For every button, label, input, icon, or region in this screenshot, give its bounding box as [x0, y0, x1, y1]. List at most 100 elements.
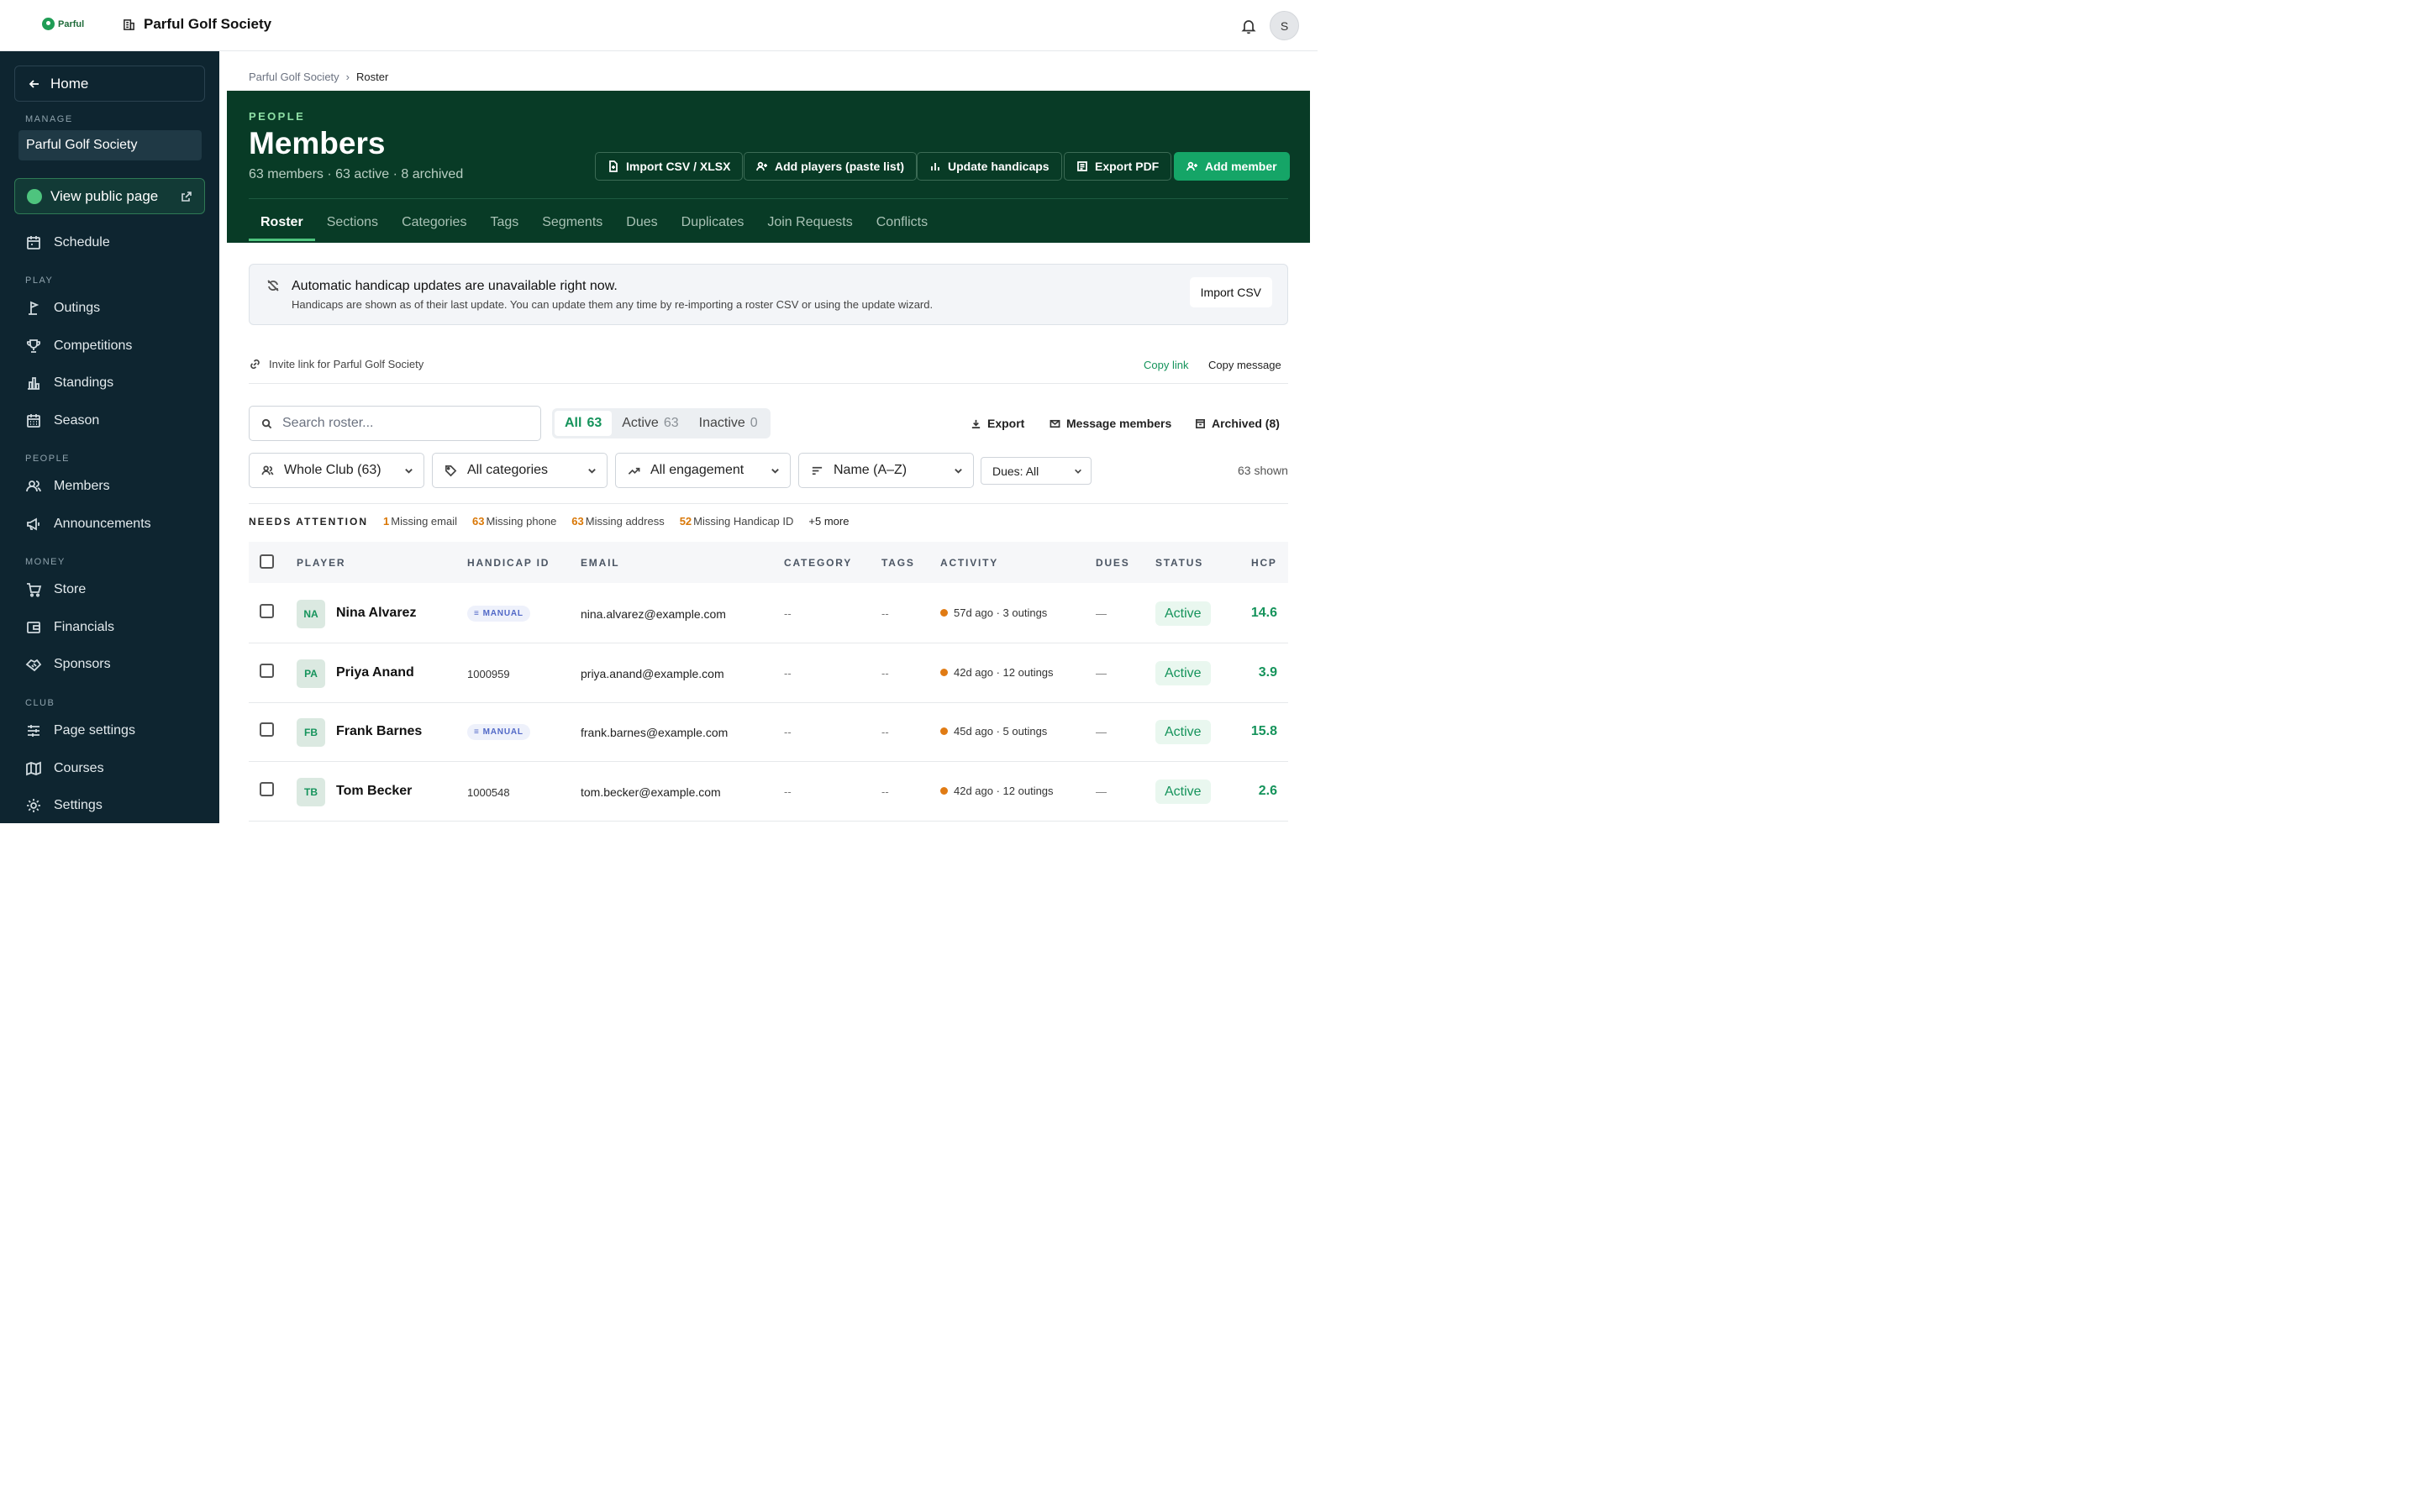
attention-missing-handicap-id[interactable]: 52 Missing Handicap ID — [680, 515, 794, 528]
attention-missing-phone[interactable]: 63 Missing phone — [472, 515, 556, 528]
divider — [249, 503, 1288, 504]
sync-off-icon — [267, 280, 279, 291]
sidebar-item-page-settings[interactable]: Page settings — [25, 721, 135, 741]
sidebar-item-label: Competitions — [54, 339, 133, 353]
sidebar-item-standings[interactable]: Standings — [25, 373, 113, 393]
play-section-label: PLAY — [25, 276, 54, 286]
column-category[interactable]: CATEGORY — [784, 557, 852, 569]
sidebar-item-competitions[interactable]: Competitions — [25, 336, 132, 356]
sidebar-item-members[interactable]: Members — [25, 476, 110, 496]
search-input[interactable] — [282, 416, 518, 431]
table-row[interactable]: TB Tom Becker 1000548 tom.becker@example… — [249, 762, 1288, 822]
button-label: Import CSV / XLSX — [626, 160, 731, 173]
tab-sections[interactable]: Sections — [315, 207, 390, 241]
column-activity[interactable]: ACTIVITY — [940, 557, 998, 569]
view-public-page-button[interactable]: View public page — [14, 178, 205, 214]
export-pdf-button[interactable]: Export PDF — [1064, 152, 1172, 181]
import-csv-xlsx-button[interactable]: Import CSV / XLSX — [595, 152, 744, 181]
sort-dropdown[interactable]: Name (A–Z) — [798, 453, 974, 488]
email-cell: priya.anand@example.com — [581, 667, 724, 680]
player-name[interactable]: Frank Barnes — [336, 724, 422, 739]
attention-text: Missing email — [391, 515, 457, 528]
select-all-checkbox[interactable] — [260, 554, 274, 569]
add-member-button[interactable]: Add member — [1174, 152, 1290, 181]
column-hcp[interactable]: HCP — [1251, 557, 1277, 569]
engagement-dropdown[interactable]: All engagement — [615, 453, 791, 488]
dues-dropdown[interactable]: Dues: All — [981, 457, 1092, 485]
manage-org-item[interactable]: Parful Golf Society — [18, 130, 202, 160]
filter-label: Inactive — [698, 416, 745, 430]
org-switcher[interactable]: Parful Golf Society — [123, 16, 271, 33]
tab-join-requests[interactable]: Join Requests — [755, 207, 864, 241]
dropdown-value: Name (A–Z) — [834, 463, 908, 477]
sidebar-item-settings[interactable]: Settings — [25, 795, 103, 816]
archived-button[interactable]: Archived (8) — [1195, 417, 1280, 430]
row-checkbox[interactable] — [260, 722, 274, 737]
table-row[interactable]: FB Frank Barnes ≡ MANUAL frank.barnes@ex… — [249, 702, 1288, 762]
attention-more-link[interactable]: +5 more — [808, 515, 849, 528]
attention-count: 52 — [679, 515, 692, 528]
message-members-button[interactable]: Message members — [1050, 417, 1171, 430]
top-bar: Parful Parful Golf Society S — [0, 0, 1318, 51]
sidebar-item-announcements[interactable]: Announcements — [25, 514, 151, 534]
filter-active[interactable]: Active 63 — [612, 411, 688, 436]
attention-missing-address[interactable]: 63 Missing address — [571, 515, 664, 528]
divider — [249, 198, 1288, 199]
filter-inactive[interactable]: Inactive 0 — [689, 411, 768, 436]
category-dropdown[interactable]: All categories — [432, 453, 608, 488]
user-avatar[interactable]: S — [1270, 11, 1299, 40]
attention-missing-email[interactable]: 1 Missing email — [383, 515, 457, 528]
table-row[interactable]: PA Priya Anand 1000959 priya.anand@examp… — [249, 643, 1288, 703]
wallet-icon — [27, 622, 40, 633]
link-icon — [250, 359, 260, 370]
sidebar-item-sponsors[interactable]: Sponsors — [25, 654, 111, 675]
attention-text: Missing address — [585, 515, 665, 528]
tab-conflicts[interactable]: Conflicts — [865, 207, 939, 241]
column-email[interactable]: EMAIL — [581, 557, 619, 569]
sidebar-item-courses[interactable]: Courses — [25, 759, 104, 779]
sidebar-item-schedule[interactable]: Schedule — [25, 233, 110, 253]
banner-import-csv-button[interactable]: Import CSV — [1189, 277, 1272, 307]
tab-dues[interactable]: Dues — [614, 207, 669, 241]
update-handicaps-button[interactable]: Update handicaps — [917, 152, 1062, 181]
tab-tags[interactable]: Tags — [478, 207, 530, 241]
calendar-icon — [27, 236, 40, 249]
roster-search — [249, 406, 541, 441]
breadcrumb-parent[interactable]: Parful Golf Society — [249, 71, 339, 83]
column-status[interactable]: STATUS — [1155, 557, 1203, 569]
logo-icon — [42, 18, 55, 30]
section-dropdown[interactable]: Whole Club (63) — [249, 453, 424, 488]
column-player[interactable]: PLAYER — [297, 557, 345, 569]
table-row[interactable]: NA Nina Alvarez ≡ MANUAL nina.alvarez@ex… — [249, 584, 1288, 643]
filter-label: Active — [622, 416, 659, 430]
column-dues[interactable]: DUES — [1096, 557, 1130, 569]
dropdown-value: All engagement — [650, 463, 744, 477]
page-eyebrow: PEOPLE — [249, 110, 306, 123]
row-checkbox[interactable] — [260, 604, 274, 618]
activity-dot — [940, 609, 948, 617]
sidebar-item-financials[interactable]: Financials — [25, 617, 114, 638]
column-tags[interactable]: TAGS — [881, 557, 915, 569]
tab-categories[interactable]: Categories — [390, 207, 478, 241]
bell-icon[interactable] — [1240, 18, 1257, 34]
add-players-paste-button[interactable]: Add players (paste list) — [744, 152, 918, 181]
sidebar-item-store[interactable]: Store — [25, 580, 86, 600]
tab-segments[interactable]: Segments — [530, 207, 614, 241]
tab-roster[interactable]: Roster — [249, 207, 315, 241]
player-name[interactable]: Priya Anand — [336, 665, 414, 680]
row-checkbox[interactable] — [260, 782, 274, 796]
banner-title: Automatic handicap updates are unavailab… — [292, 279, 618, 293]
player-name[interactable]: Tom Becker — [336, 784, 412, 799]
sidebar-item-season[interactable]: Season — [25, 411, 99, 431]
player-name[interactable]: Nina Alvarez — [336, 606, 416, 621]
sidebar-item-outings[interactable]: Outings — [25, 298, 100, 318]
row-checkbox[interactable] — [260, 664, 274, 678]
logo[interactable]: Parful — [42, 18, 84, 30]
copy-link-button[interactable]: Copy link — [1144, 359, 1188, 371]
filter-all[interactable]: All 63 — [555, 411, 613, 436]
copy-message-button[interactable]: Copy message — [1208, 359, 1281, 371]
export-button[interactable]: Export — [971, 417, 1024, 430]
tab-duplicates[interactable]: Duplicates — [670, 207, 756, 241]
column-handicap-id[interactable]: HANDICAP ID — [467, 557, 550, 569]
home-button[interactable]: Home — [14, 66, 205, 102]
